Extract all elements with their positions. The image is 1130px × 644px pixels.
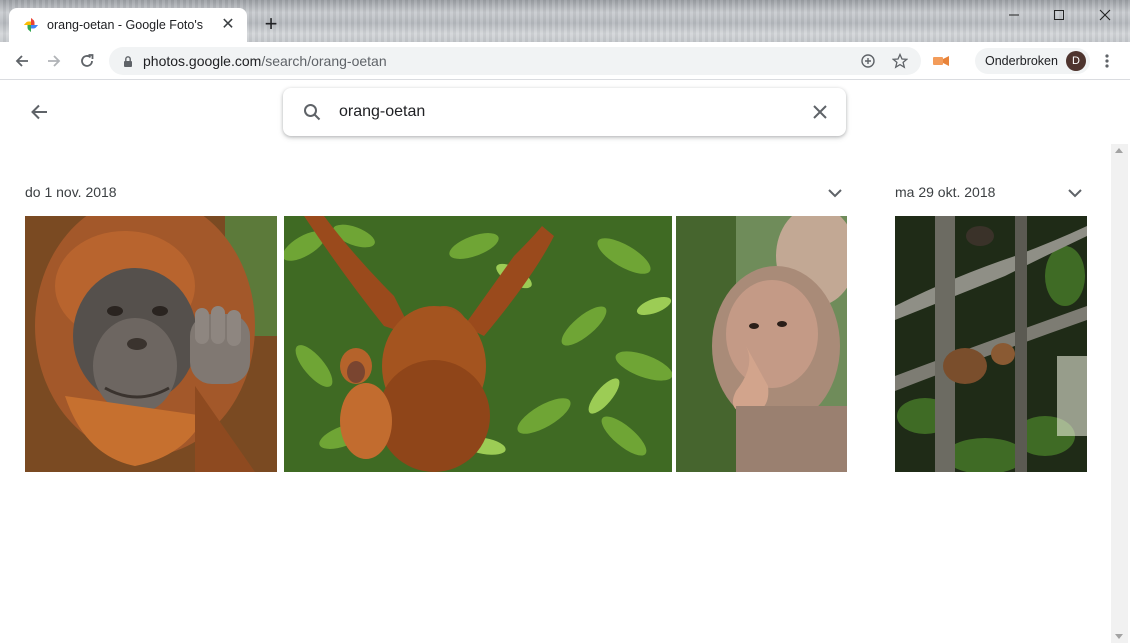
install-app-icon[interactable] bbox=[857, 50, 879, 72]
group-select-button[interactable] bbox=[825, 184, 845, 202]
maximize-button[interactable] bbox=[1036, 4, 1082, 26]
tab-close-icon[interactable]: ✕ bbox=[219, 16, 237, 34]
reload-icon bbox=[81, 54, 94, 67]
url-text: photos.google.com/search/orang-oetan bbox=[143, 53, 847, 69]
close-window-button[interactable] bbox=[1082, 4, 1128, 26]
address-bar[interactable]: photos.google.com/search/orang-oetan bbox=[109, 47, 921, 75]
extension-icon[interactable] bbox=[932, 53, 950, 69]
proboscis-monkey-image bbox=[676, 216, 847, 472]
group-date-label: ma 29 okt. 2018 bbox=[895, 184, 996, 200]
browser-menu-button[interactable] bbox=[1098, 52, 1116, 70]
photo-thumbnail[interactable] bbox=[284, 216, 672, 472]
tab-title: orang-oetan - Google Foto's bbox=[47, 18, 203, 32]
page-scrollbar[interactable] bbox=[1111, 144, 1128, 643]
group-select-button[interactable] bbox=[1065, 184, 1085, 202]
search-icon[interactable] bbox=[301, 101, 323, 123]
url-path: /search/orang-oetan bbox=[261, 53, 387, 69]
google-photos-icon bbox=[24, 18, 38, 32]
lock-icon bbox=[121, 54, 135, 68]
clear-search-button[interactable] bbox=[808, 100, 832, 124]
browser-titlebar: orang-oetan - Google Foto's ✕ + bbox=[0, 0, 1130, 42]
photo-thumbnail[interactable] bbox=[676, 216, 847, 472]
chevron-down-icon bbox=[1068, 188, 1082, 197]
page-back-button[interactable] bbox=[27, 100, 51, 124]
arrow-left-icon bbox=[31, 104, 47, 120]
monkey-in-tree-image bbox=[895, 216, 1087, 472]
forward-button[interactable] bbox=[42, 50, 66, 72]
browser-tab[interactable]: orang-oetan - Google Foto's ✕ bbox=[9, 8, 247, 42]
minimize-button[interactable] bbox=[991, 4, 1037, 26]
bookmark-star-icon[interactable] bbox=[889, 50, 911, 72]
chevron-down-icon bbox=[828, 188, 842, 197]
avatar: D bbox=[1065, 51, 1086, 71]
browser-toolbar: photos.google.com/search/orang-oetan Ond… bbox=[0, 42, 1130, 80]
reload-button[interactable] bbox=[75, 50, 99, 72]
scroll-down-arrow-icon[interactable] bbox=[1115, 634, 1123, 639]
scroll-up-arrow-icon[interactable] bbox=[1115, 148, 1123, 153]
maximize-icon bbox=[1054, 10, 1064, 20]
close-icon bbox=[813, 105, 827, 119]
photo-thumbnail[interactable] bbox=[25, 216, 277, 472]
photos-page: do 1 nov. 2018 ma 29 okt. 2018 bbox=[1, 80, 1129, 643]
arrow-right-icon bbox=[48, 55, 61, 67]
more-vert-icon bbox=[1105, 54, 1109, 68]
url-host: photos.google.com bbox=[143, 53, 262, 69]
profile-button[interactable]: Onderbroken D bbox=[975, 48, 1090, 74]
close-icon bbox=[1099, 9, 1111, 21]
new-tab-button[interactable]: + bbox=[260, 13, 282, 35]
group-date-label: do 1 nov. 2018 bbox=[25, 184, 117, 200]
back-button[interactable] bbox=[10, 50, 34, 72]
minimize-icon bbox=[1009, 14, 1019, 16]
orangutan-mother-baby-image bbox=[284, 216, 672, 472]
orangutan-portrait-image bbox=[25, 216, 277, 472]
search-bar bbox=[283, 88, 846, 136]
arrow-left-icon bbox=[15, 55, 28, 67]
photo-thumbnail[interactable] bbox=[895, 216, 1087, 472]
search-input[interactable] bbox=[339, 103, 808, 121]
profile-status: Onderbroken bbox=[985, 54, 1058, 68]
